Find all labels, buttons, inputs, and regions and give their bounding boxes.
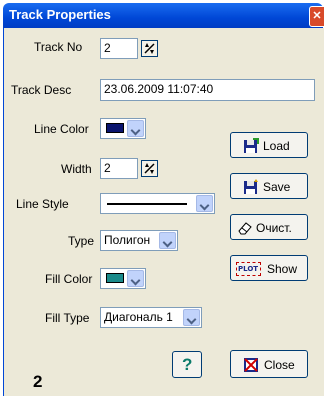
- close-label: Close: [264, 358, 295, 372]
- dropdown-arrow-icon[interactable]: [183, 309, 200, 326]
- fill-color-select[interactable]: [100, 268, 146, 289]
- track-desc-label: Track Desc: [11, 83, 72, 97]
- load-floppy-icon: [244, 138, 259, 153]
- type-select[interactable]: Полигон: [100, 230, 178, 251]
- plot-icon-text: PLOT: [238, 265, 259, 273]
- width-value: 2: [104, 161, 111, 175]
- close-button[interactable]: Close: [230, 350, 308, 378]
- fill-type-select[interactable]: Диагональ 1: [100, 307, 202, 328]
- track-desc-input[interactable]: 23.06.2009 11:07:40: [100, 79, 315, 101]
- width-label: Width: [61, 162, 92, 176]
- save-button[interactable]: Save: [230, 173, 308, 199]
- clear-label: Очист.: [256, 221, 292, 235]
- spin-arrows-icon: [144, 43, 155, 54]
- spin-arrows-icon: [144, 163, 155, 174]
- fill-type-value: Диагональ 1: [104, 310, 173, 324]
- load-button[interactable]: Load: [230, 132, 308, 158]
- fill-type-label: Fill Type: [45, 311, 90, 325]
- help-icon: ?: [182, 355, 193, 374]
- track-desc-value: 23.06.2009 11:07:40: [104, 82, 214, 96]
- plot-icon: PLOT: [236, 262, 261, 276]
- line-style-preview: [107, 203, 187, 205]
- help-button[interactable]: ?: [172, 351, 202, 378]
- save-floppy-icon: [244, 179, 258, 194]
- show-label: Show: [267, 262, 298, 276]
- fill-color-swatch: [106, 273, 124, 283]
- line-color-label: Line Color: [34, 122, 89, 136]
- width-spin-icon[interactable]: [141, 160, 158, 177]
- title-bar: Track Properties ✕: [3, 3, 325, 28]
- line-color-swatch: [106, 123, 124, 133]
- dropdown-arrow-icon[interactable]: [159, 232, 176, 249]
- line-color-select[interactable]: [100, 118, 146, 139]
- dialog-body: Track No 2 Track Desc 23.06.2009 11:07:4…: [3, 28, 324, 396]
- clear-button[interactable]: Очист.: [230, 214, 308, 240]
- type-label: Type: [68, 234, 95, 248]
- track-no-input[interactable]: 2: [100, 38, 138, 59]
- dropdown-arrow-icon[interactable]: [127, 120, 144, 137]
- track-properties-window: Track Properties ✕ Track No 2 Track Desc…: [0, 0, 326, 396]
- show-button[interactable]: PLOT Show: [230, 255, 308, 281]
- load-label: Load: [263, 139, 290, 153]
- dropdown-arrow-icon[interactable]: [196, 195, 213, 212]
- type-value: Полигон: [104, 233, 151, 247]
- eraser-icon: [238, 222, 252, 235]
- close-window-icon[interactable]: ✕: [309, 6, 325, 27]
- track-no-value: 2: [104, 41, 111, 55]
- dropdown-arrow-icon[interactable]: [127, 270, 144, 287]
- track-number-display: 2: [33, 372, 43, 391]
- track-no-spin-icon[interactable]: [141, 40, 158, 57]
- fill-color-label: Fill Color: [45, 272, 93, 286]
- line-style-select[interactable]: [100, 193, 215, 214]
- close-doc-icon: [244, 358, 258, 372]
- window-title: Track Properties: [9, 7, 111, 22]
- save-label: Save: [263, 180, 291, 194]
- width-input[interactable]: 2: [100, 158, 138, 179]
- line-style-label: Line Style: [16, 197, 69, 211]
- track-no-label: Track No: [34, 40, 83, 54]
